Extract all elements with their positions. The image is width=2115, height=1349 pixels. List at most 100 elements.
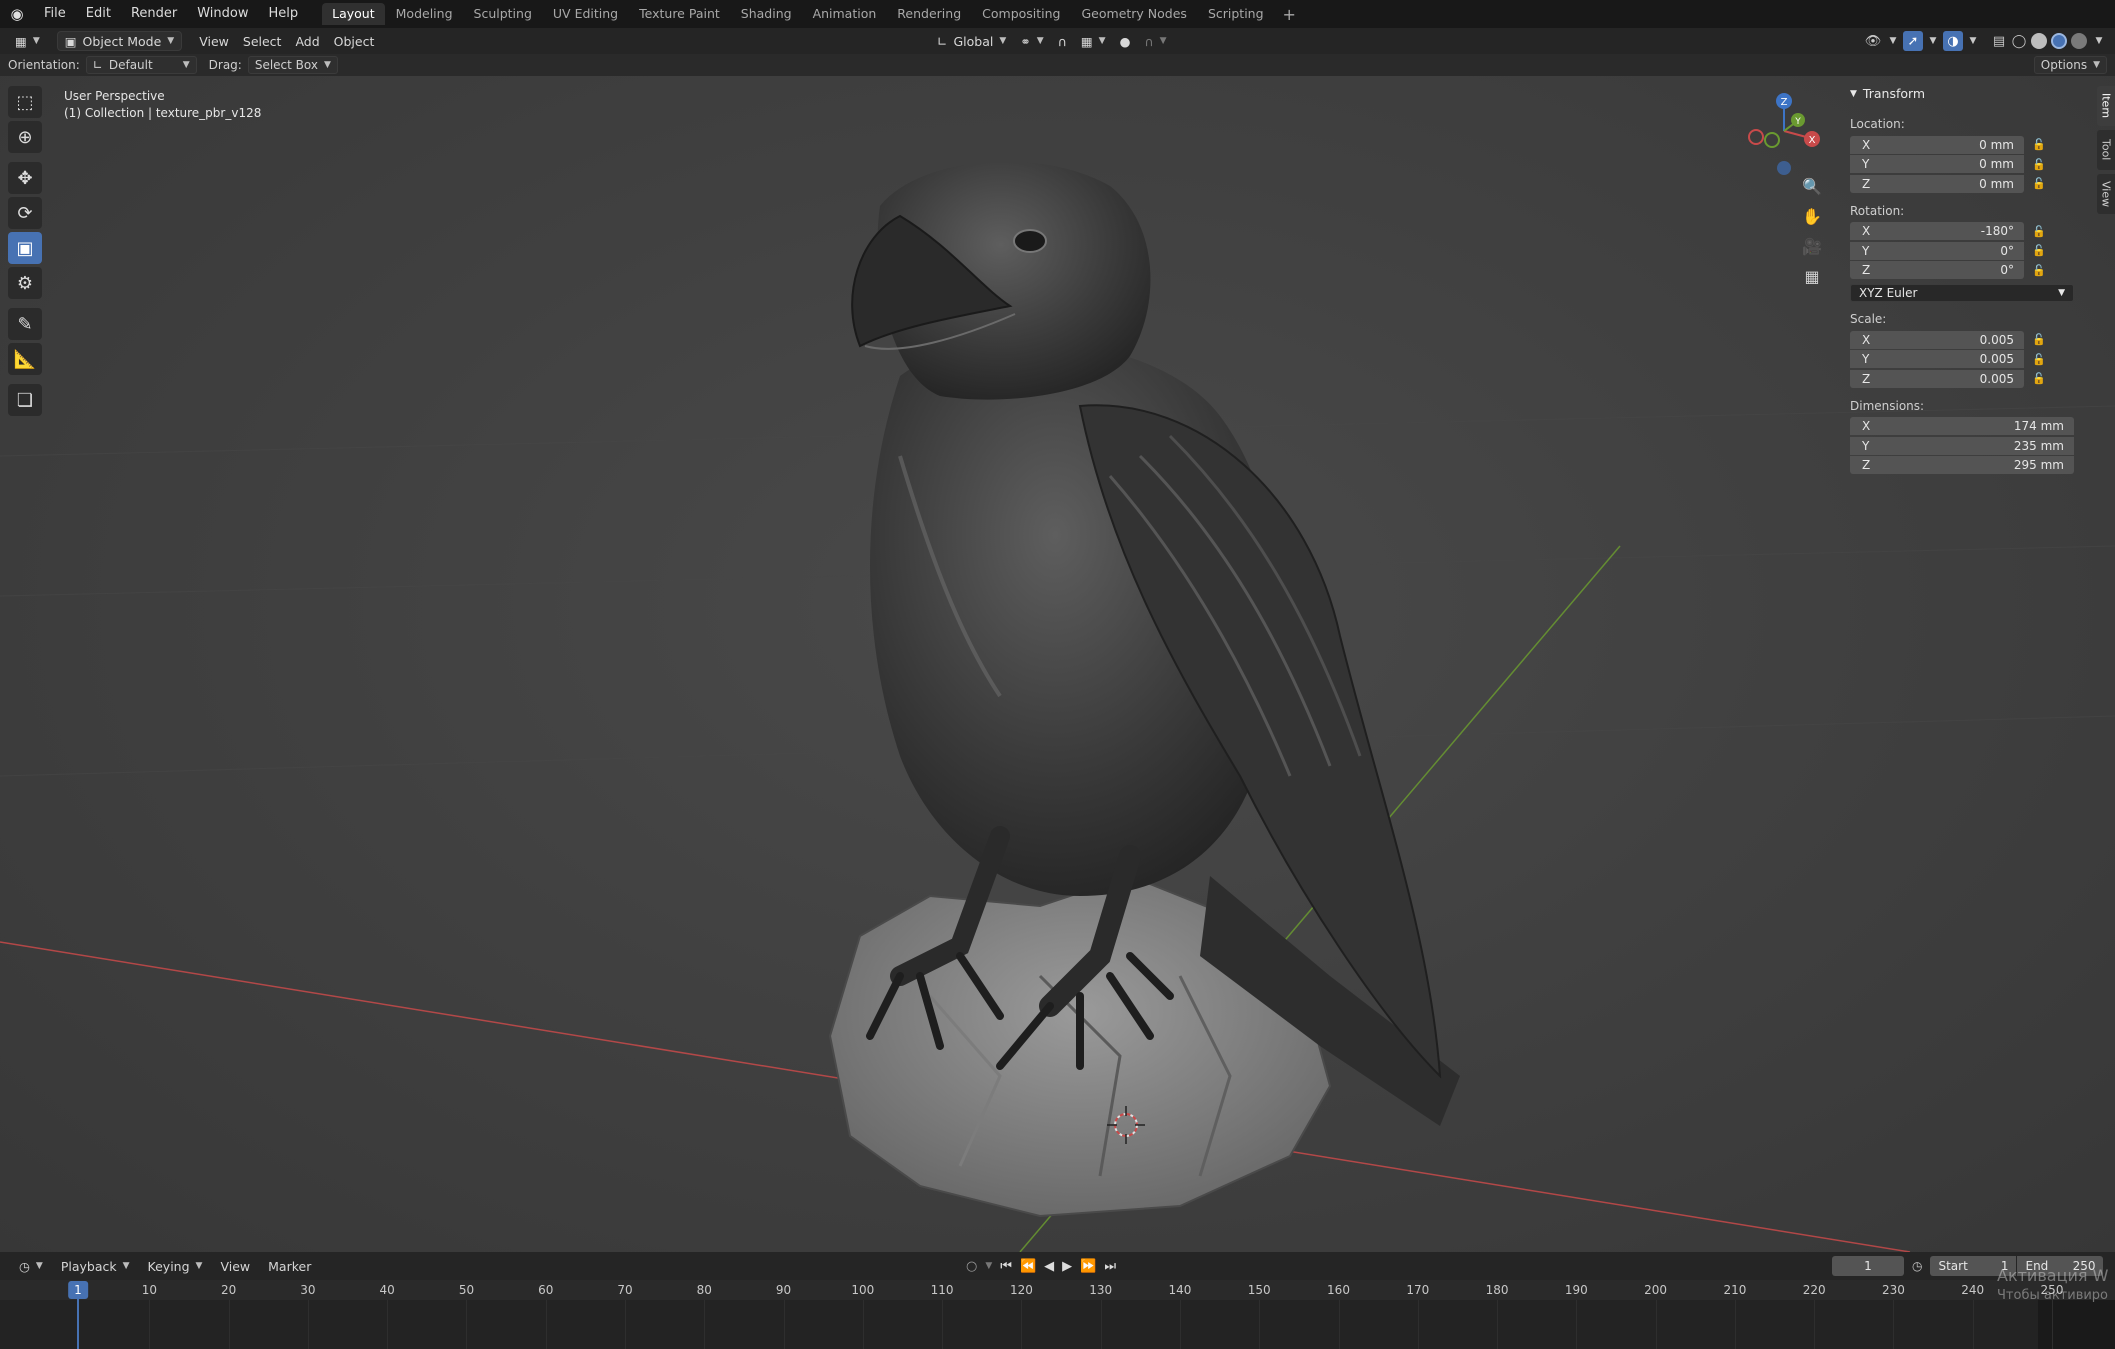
blender-logo-icon[interactable]: ◉ xyxy=(0,0,34,28)
rendered-shading-icon[interactable] xyxy=(2071,33,2087,49)
options-dropdown[interactable]: Options ▼ xyxy=(2033,56,2107,74)
menu-view[interactable]: View xyxy=(192,31,236,51)
lock-icon[interactable]: 🔓 xyxy=(2024,264,2054,277)
scale-tool-icon[interactable]: ▣ xyxy=(8,232,42,264)
tab-sculpting[interactable]: Sculpting xyxy=(464,3,542,25)
annotate-tool-icon[interactable]: ✎ xyxy=(8,308,42,340)
tab-animation[interactable]: Animation xyxy=(803,3,887,25)
rotation-x-field[interactable]: X -180° xyxy=(1850,222,2024,241)
scale-z-field[interactable]: Z 0.005 xyxy=(1850,369,2024,388)
rotate-tool-icon[interactable]: ⟳ xyxy=(8,197,42,229)
play-icon[interactable]: ▶ xyxy=(1062,1259,1072,1274)
rotation-y-field[interactable]: Y 0° xyxy=(1850,241,2024,260)
menu-file[interactable]: File xyxy=(34,0,76,28)
select-box-tool-icon[interactable]: ⬚ xyxy=(8,86,42,118)
chevron-down-icon[interactable]: ▼ xyxy=(1963,31,1983,51)
transform-panel-header[interactable]: ▼ Transform xyxy=(1844,76,2096,101)
zoom-icon[interactable]: 🔍 xyxy=(1798,172,1826,200)
editor-type-button[interactable]: ▦ ▼ xyxy=(8,31,47,51)
tab-scripting[interactable]: Scripting xyxy=(1198,3,1274,25)
visibility-icon[interactable]: 👁 xyxy=(1863,31,1883,51)
clock-icon[interactable]: ◷ xyxy=(1912,1259,1922,1273)
tab-texture-paint[interactable]: Texture Paint xyxy=(629,3,730,25)
rotation-z-field[interactable]: Z 0° xyxy=(1850,261,2024,280)
lock-icon[interactable]: 🔓 xyxy=(2024,158,2054,171)
orientation-dropdown[interactable]: ∟ Default ▼ xyxy=(85,56,197,74)
menu-timeline-view[interactable]: View xyxy=(211,1259,259,1274)
tab-modeling[interactable]: Modeling xyxy=(386,3,463,25)
menu-edit[interactable]: Edit xyxy=(76,0,121,28)
gizmo-toggle-icon[interactable]: ➚ xyxy=(1903,31,1923,51)
menu-marker[interactable]: Marker xyxy=(259,1259,320,1274)
lock-icon[interactable]: 🔓 xyxy=(2024,372,2054,385)
tab-shading[interactable]: Shading xyxy=(731,3,802,25)
location-z-field[interactable]: Z 0 mm xyxy=(1850,174,2024,193)
play-reverse-icon[interactable]: ◀ xyxy=(1044,1259,1054,1274)
menu-keying[interactable]: Keying ▼ xyxy=(139,1259,212,1274)
drag-dropdown[interactable]: Select Box ▼ xyxy=(247,56,338,74)
overlays-toggle-icon[interactable]: ◑ xyxy=(1943,31,1963,51)
gizmo-neg-x-icon[interactable] xyxy=(1748,129,1764,145)
move-tool-icon[interactable]: ✥ xyxy=(8,162,42,194)
navigation-gizmo[interactable]: Z X Y xyxy=(1742,86,1832,176)
jump-start-icon[interactable]: ⏮ xyxy=(1000,1259,1012,1274)
scale-y-field[interactable]: Y 0.005 xyxy=(1850,350,2024,369)
material-shading-icon[interactable] xyxy=(2051,33,2067,49)
add-cube-tool-icon[interactable]: ❏ xyxy=(8,384,42,416)
scale-x-field[interactable]: X 0.005 xyxy=(1850,330,2024,349)
menu-render[interactable]: Render xyxy=(121,0,187,28)
tab-geometry-nodes[interactable]: Geometry Nodes xyxy=(1072,3,1197,25)
tab-tool[interactable]: Tool xyxy=(2097,130,2115,170)
xray-toggle-icon[interactable]: ▤ xyxy=(1989,31,2009,51)
jump-end-icon[interactable]: ⏭ xyxy=(1104,1259,1116,1274)
mode-dropdown[interactable]: ▣ Object Mode ▼ xyxy=(56,31,183,51)
falloff-dropdown[interactable]: ∩ ▼ xyxy=(1138,31,1174,51)
cursor-tool-icon[interactable]: ⊕ xyxy=(8,121,42,153)
snap-target-dropdown[interactable]: ▦ ▼ xyxy=(1074,31,1113,51)
timeline-ruler[interactable]: 10 20 30 40 50 60 70 80 90 100 110 120 130 140 150 160 1… xyxy=(0,1280,2115,1300)
lock-icon[interactable]: 🔓 xyxy=(2024,353,2054,366)
pan-hand-icon[interactable]: ✋ xyxy=(1798,202,1826,230)
menu-help[interactable]: Help xyxy=(259,0,309,28)
tab-rendering[interactable]: Rendering xyxy=(887,3,971,25)
tab-uv-editing[interactable]: UV Editing xyxy=(543,3,628,25)
camera-view-icon[interactable]: 🎥 xyxy=(1798,232,1826,260)
chevron-down-icon[interactable]: ▼ xyxy=(2089,31,2109,51)
measure-tool-icon[interactable]: 📐 xyxy=(8,343,42,375)
tab-layout[interactable]: Layout xyxy=(322,3,385,25)
lock-icon[interactable]: 🔓 xyxy=(2024,333,2054,346)
lock-icon[interactable]: 🔓 xyxy=(2024,177,2054,190)
playhead[interactable] xyxy=(77,1298,79,1349)
chevron-down-icon[interactable]: ▼ xyxy=(985,1261,992,1271)
dimensions-x-field[interactable]: X 174 mm xyxy=(1850,417,2074,436)
timeline-editor-type[interactable]: ◷ ▼ xyxy=(10,1259,52,1274)
snap-toggle[interactable]: ∩ xyxy=(1051,31,1074,51)
next-keyframe-icon[interactable]: ⏩ xyxy=(1080,1259,1096,1274)
transform-tool-icon[interactable]: ⚙ xyxy=(8,267,42,299)
wireframe-shading-icon[interactable]: ◯ xyxy=(2009,31,2029,51)
gizmo-neg-y-icon[interactable] xyxy=(1764,132,1780,148)
menu-window[interactable]: Window xyxy=(187,0,258,28)
gizmo-neg-z-icon[interactable] xyxy=(1777,161,1791,175)
transform-orientation-dropdown[interactable]: ∟ Global ▼ xyxy=(930,31,1013,51)
lock-icon[interactable]: 🔓 xyxy=(2024,244,2054,257)
chevron-down-icon[interactable]: ▼ xyxy=(1883,31,1903,51)
dimensions-z-field[interactable]: Z 295 mm xyxy=(1850,456,2074,475)
menu-select[interactable]: Select xyxy=(236,31,289,51)
dimensions-y-field[interactable]: Y 235 mm xyxy=(1850,436,2074,455)
prev-keyframe-icon[interactable]: ⏪ xyxy=(1020,1259,1036,1274)
current-frame-field[interactable]: 1 xyxy=(1832,1256,1904,1276)
menu-add[interactable]: Add xyxy=(288,31,326,51)
add-workspace-button[interactable]: + xyxy=(1275,5,1304,24)
proportional-edit-toggle[interactable]: ● xyxy=(1113,31,1138,51)
menu-object[interactable]: Object xyxy=(327,31,382,51)
playhead-frame-badge[interactable]: 1 xyxy=(68,1281,88,1299)
timeline-area[interactable]: 10 20 30 40 50 60 70 80 90 100 110 120 130 140 150 160 1… xyxy=(0,1280,2115,1349)
tab-item[interactable]: Item xyxy=(2097,86,2115,126)
lock-icon[interactable]: 🔓 xyxy=(2024,138,2054,151)
3d-viewport[interactable]: User Perspective (1) Collection | textur… xyxy=(0,76,2115,1252)
menu-playback[interactable]: Playback ▼ xyxy=(52,1259,139,1274)
tab-view[interactable]: View xyxy=(2097,174,2115,214)
rotation-mode-dropdown[interactable]: XYZ Euler ▼ xyxy=(1850,284,2074,302)
tab-compositing[interactable]: Compositing xyxy=(972,3,1070,25)
